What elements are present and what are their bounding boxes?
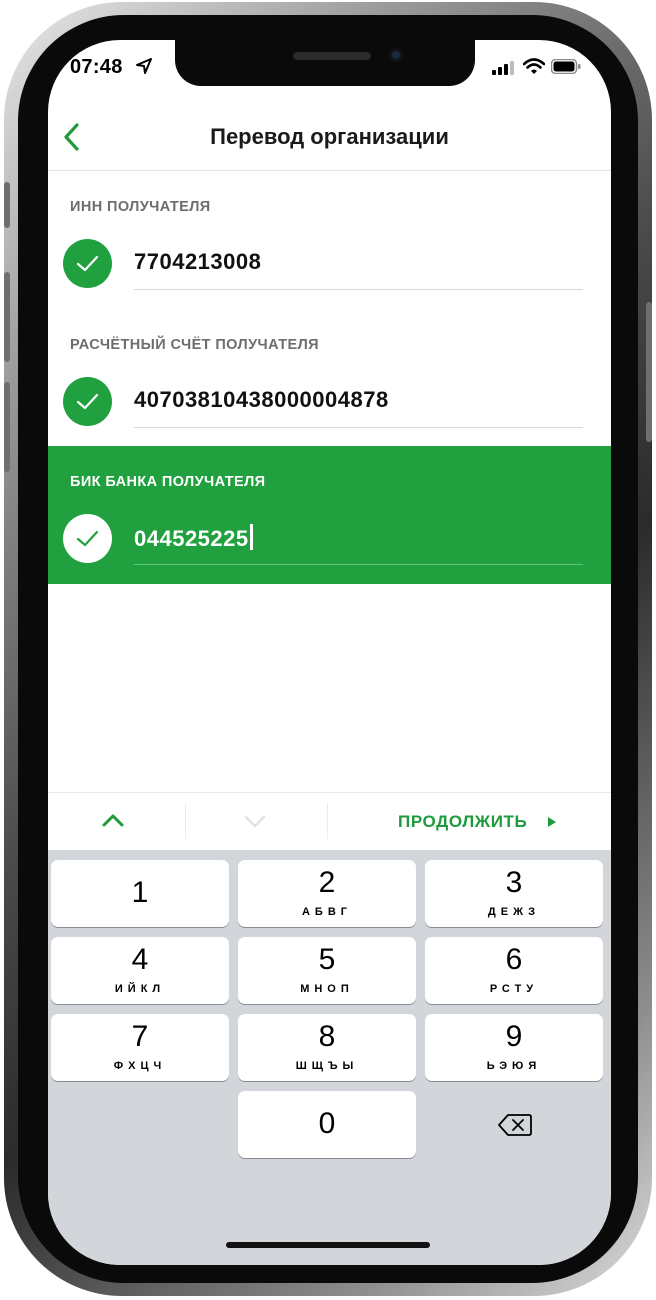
key-digit: 7 <box>131 1020 149 1053</box>
key-digit: 8 <box>318 1020 336 1053</box>
key-digit: 6 <box>505 943 523 976</box>
checkmark-icon <box>76 255 99 272</box>
chevron-up-icon[interactable] <box>100 811 126 831</box>
key-digit: 9 <box>505 1020 523 1053</box>
key-digit: 1 <box>131 876 149 909</box>
inn-input[interactable]: 7704213008 <box>134 249 261 275</box>
key-7[interactable]: 7 ФХЦЧ <box>51 1014 229 1081</box>
chevron-down-icon[interactable] <box>242 811 268 831</box>
field-label: ИНН ПОЛУЧАТЕЛЯ <box>70 199 211 215</box>
bik-field[interactable]: БИК БАНКА ПОЛУЧАТЕЛЯ 044525225 <box>48 446 611 584</box>
key-digit: 4 <box>131 943 149 976</box>
key-8[interactable]: 8 ШЩЪЫ <box>238 1014 416 1081</box>
triangle-right-icon[interactable] <box>548 817 556 827</box>
battery-icon <box>551 59 581 74</box>
key-letters: МНОП <box>300 983 354 995</box>
backspace-icon <box>498 1114 532 1136</box>
volume-up-button <box>4 272 10 362</box>
key-0[interactable]: 0 <box>238 1091 416 1158</box>
check-circle <box>63 239 112 288</box>
text-caret <box>249 524 253 550</box>
checkmark-icon <box>76 530 99 547</box>
continue-button[interactable]: ПРОДОЛЖИТЬ <box>398 812 527 832</box>
field-underline <box>134 427 583 428</box>
field-label: РАСЧЁТНЫЙ СЧЁТ ПОЛУЧАТЕЛЯ <box>70 337 319 353</box>
delete-key[interactable] <box>425 1091 603 1158</box>
key-letters: ИЙКЛ <box>114 983 166 995</box>
notch <box>175 40 475 86</box>
key-3[interactable]: 3 ДЕЖЗ <box>425 860 603 927</box>
keyboard-accessory-bar: ПРОДОЛЖИТЬ <box>48 792 611 851</box>
volume-down-button <box>4 382 10 472</box>
status-time: 07:48 <box>70 56 123 78</box>
key-digit: 2 <box>318 866 336 899</box>
key-2[interactable]: 2 АБВГ <box>238 860 416 927</box>
speaker <box>293 52 371 60</box>
check-circle <box>63 377 112 426</box>
power-button <box>646 302 652 442</box>
key-6[interactable]: 6 РСТУ <box>425 937 603 1004</box>
mute-switch <box>4 182 10 228</box>
inn-field[interactable]: ИНН ПОЛУЧАТЕЛЯ 7704213008 <box>48 171 611 309</box>
key-5[interactable]: 5 МНОП <box>238 937 416 1004</box>
key-9[interactable]: 9 ЬЭЮЯ <box>425 1014 603 1081</box>
signal-icon <box>492 61 514 75</box>
key-1[interactable]: 1 <box>51 860 229 927</box>
camera <box>389 48 403 62</box>
checkmark-icon <box>76 393 99 410</box>
accessory-divider <box>327 803 328 839</box>
field-label: БИК БАНКА ПОЛУЧАТЕЛЯ <box>70 474 266 490</box>
key-letters: АБВГ <box>301 906 353 918</box>
location-arrow-icon <box>136 58 152 74</box>
wifi-icon <box>523 58 545 74</box>
key-digit: 5 <box>318 943 336 976</box>
field-underline <box>134 289 583 290</box>
key-letters: ШЩЪЫ <box>295 1060 359 1072</box>
key-digit: 0 <box>318 1107 336 1140</box>
key-letters: ДЕЖЗ <box>487 906 541 918</box>
field-underline <box>134 564 583 565</box>
accessory-divider <box>185 803 186 839</box>
home-indicator <box>226 1242 430 1248</box>
account-input[interactable]: 40703810438000004878 <box>134 387 389 413</box>
page-title: Перевод организации <box>210 124 449 149</box>
screen: 07:48 Перевод организации ИНН ПОЛУЧАТЕЛЯ <box>48 40 611 1265</box>
bik-input[interactable]: 044525225 <box>134 524 253 552</box>
numeric-keypad: 1 2 АБВГ 3 ДЕЖЗ 4 ИЙКЛ 5 МНОП 6 РСТУ 7 Ф… <box>48 850 611 1265</box>
check-circle <box>63 514 112 563</box>
key-letters: ЬЭЮЯ <box>486 1060 542 1072</box>
bik-input-text: 044525225 <box>134 526 249 551</box>
key-4[interactable]: 4 ИЙКЛ <box>51 937 229 1004</box>
key-letters: РСТУ <box>489 983 539 995</box>
key-letters: ФХЦЧ <box>113 1060 167 1072</box>
key-digit: 3 <box>505 866 523 899</box>
nav-bar: Перевод организации <box>48 104 611 171</box>
account-field[interactable]: РАСЧЁТНЫЙ СЧЁТ ПОЛУЧАТЕЛЯ 40703810438000… <box>48 309 611 447</box>
